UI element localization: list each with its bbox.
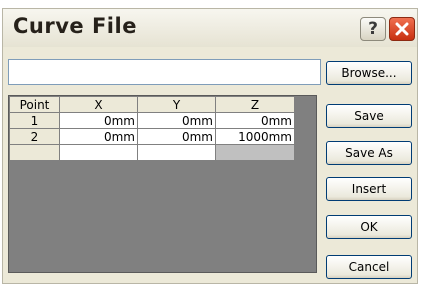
x-cell[interactable]: 0mm [59,128,138,145]
new-entry-row [9,144,295,161]
help-icon: ? [368,19,378,39]
help-button[interactable]: ? [360,17,386,41]
new-point-index-cell[interactable] [9,144,60,161]
y-cell[interactable]: 0mm [137,112,216,129]
points-table: Point X Y Z 1 0mm 0mm 0mm 2 0mm 0mm 1000 [9,96,295,161]
table-row: 2 0mm 0mm 1000mm [9,128,295,145]
point-index-cell[interactable]: 1 [9,112,60,129]
new-x-cell[interactable] [59,144,138,161]
insert-button[interactable]: Insert [326,177,412,201]
column-header-z[interactable]: Z [215,96,295,113]
z-cell[interactable]: 1000mm [215,128,295,145]
column-header-y[interactable]: Y [137,96,216,113]
curve-file-dialog: Curve File ? Browse... Point X Y Z 1 0mm… [2,8,418,284]
window-title: Curve File [13,14,137,38]
column-header-point[interactable]: Point [9,96,60,113]
curve-points-grid[interactable]: Point X Y Z 1 0mm 0mm 0mm 2 0mm 0mm 1000 [8,95,317,273]
column-header-x[interactable]: X [59,96,138,113]
close-icon [395,22,409,36]
table-row: 1 0mm 0mm 0mm [9,112,295,129]
y-cell[interactable]: 0mm [137,128,216,145]
new-z-cell[interactable] [215,144,295,161]
x-cell[interactable]: 0mm [59,112,138,129]
cancel-button[interactable]: Cancel [326,255,412,279]
point-index-cell[interactable]: 2 [9,128,60,145]
table-header-row: Point X Y Z [9,96,295,113]
new-y-cell[interactable] [137,144,216,161]
browse-button[interactable]: Browse... [326,61,412,85]
save-as-button[interactable]: Save As [326,141,412,165]
ok-button[interactable]: OK [326,215,412,239]
z-cell[interactable]: 0mm [215,112,295,129]
title-bar: Curve File ? [3,9,417,47]
save-button[interactable]: Save [326,104,412,128]
file-path-input[interactable] [8,59,321,85]
close-button[interactable] [389,17,415,41]
